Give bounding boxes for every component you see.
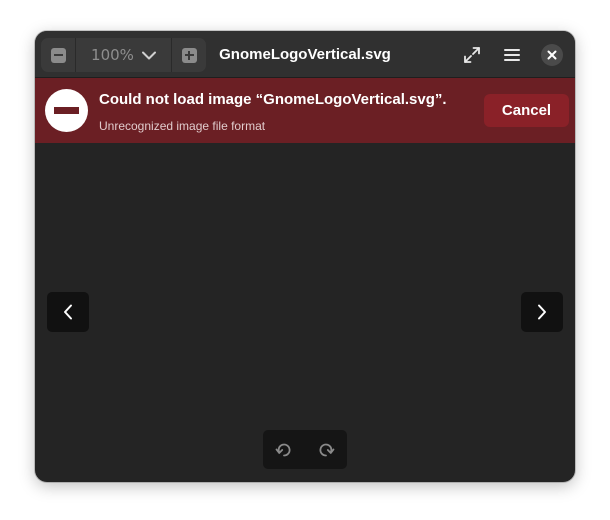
chevron-right-icon xyxy=(538,304,546,320)
previous-image-button[interactable] xyxy=(47,292,89,332)
chevron-left-icon xyxy=(64,304,72,320)
close-icon xyxy=(547,50,557,60)
rotate-left-button[interactable] xyxy=(263,430,305,469)
error-title: Could not load image “GnomeLogoVertical.… xyxy=(99,91,447,108)
window-title: GnomeLogoVertical.svg xyxy=(219,46,391,63)
zoom-controls: 100% xyxy=(41,38,206,72)
rotate-left-icon xyxy=(275,443,291,456)
rotate-controls xyxy=(263,430,347,469)
cancel-button[interactable]: Cancel xyxy=(484,94,569,127)
error-banner: Could not load image “GnomeLogoVertical.… xyxy=(35,78,575,143)
chevron-down-icon xyxy=(141,51,156,59)
error-subtitle: Unrecognized image file format xyxy=(99,119,266,133)
next-image-button[interactable] xyxy=(521,292,563,332)
zoom-out-icon xyxy=(50,47,66,63)
rotate-right-button[interactable] xyxy=(305,430,347,469)
zoom-out-button[interactable] xyxy=(41,38,75,72)
main-menu-button[interactable] xyxy=(495,38,529,72)
zoom-level-menu-button[interactable]: 100% xyxy=(76,38,171,72)
fullscreen-button[interactable] xyxy=(455,38,489,72)
fullscreen-icon xyxy=(464,47,480,63)
error-icon xyxy=(45,89,88,132)
rotate-right-icon xyxy=(319,443,335,456)
hamburger-menu-icon xyxy=(504,49,520,61)
image-viewer-window: 100% GnomeLogoVertical.svg Could not loa… xyxy=(35,31,575,482)
headerbar: 100% GnomeLogoVertical.svg xyxy=(35,31,575,78)
zoom-level-value: 100% xyxy=(91,46,134,64)
close-window-button[interactable] xyxy=(541,44,563,66)
